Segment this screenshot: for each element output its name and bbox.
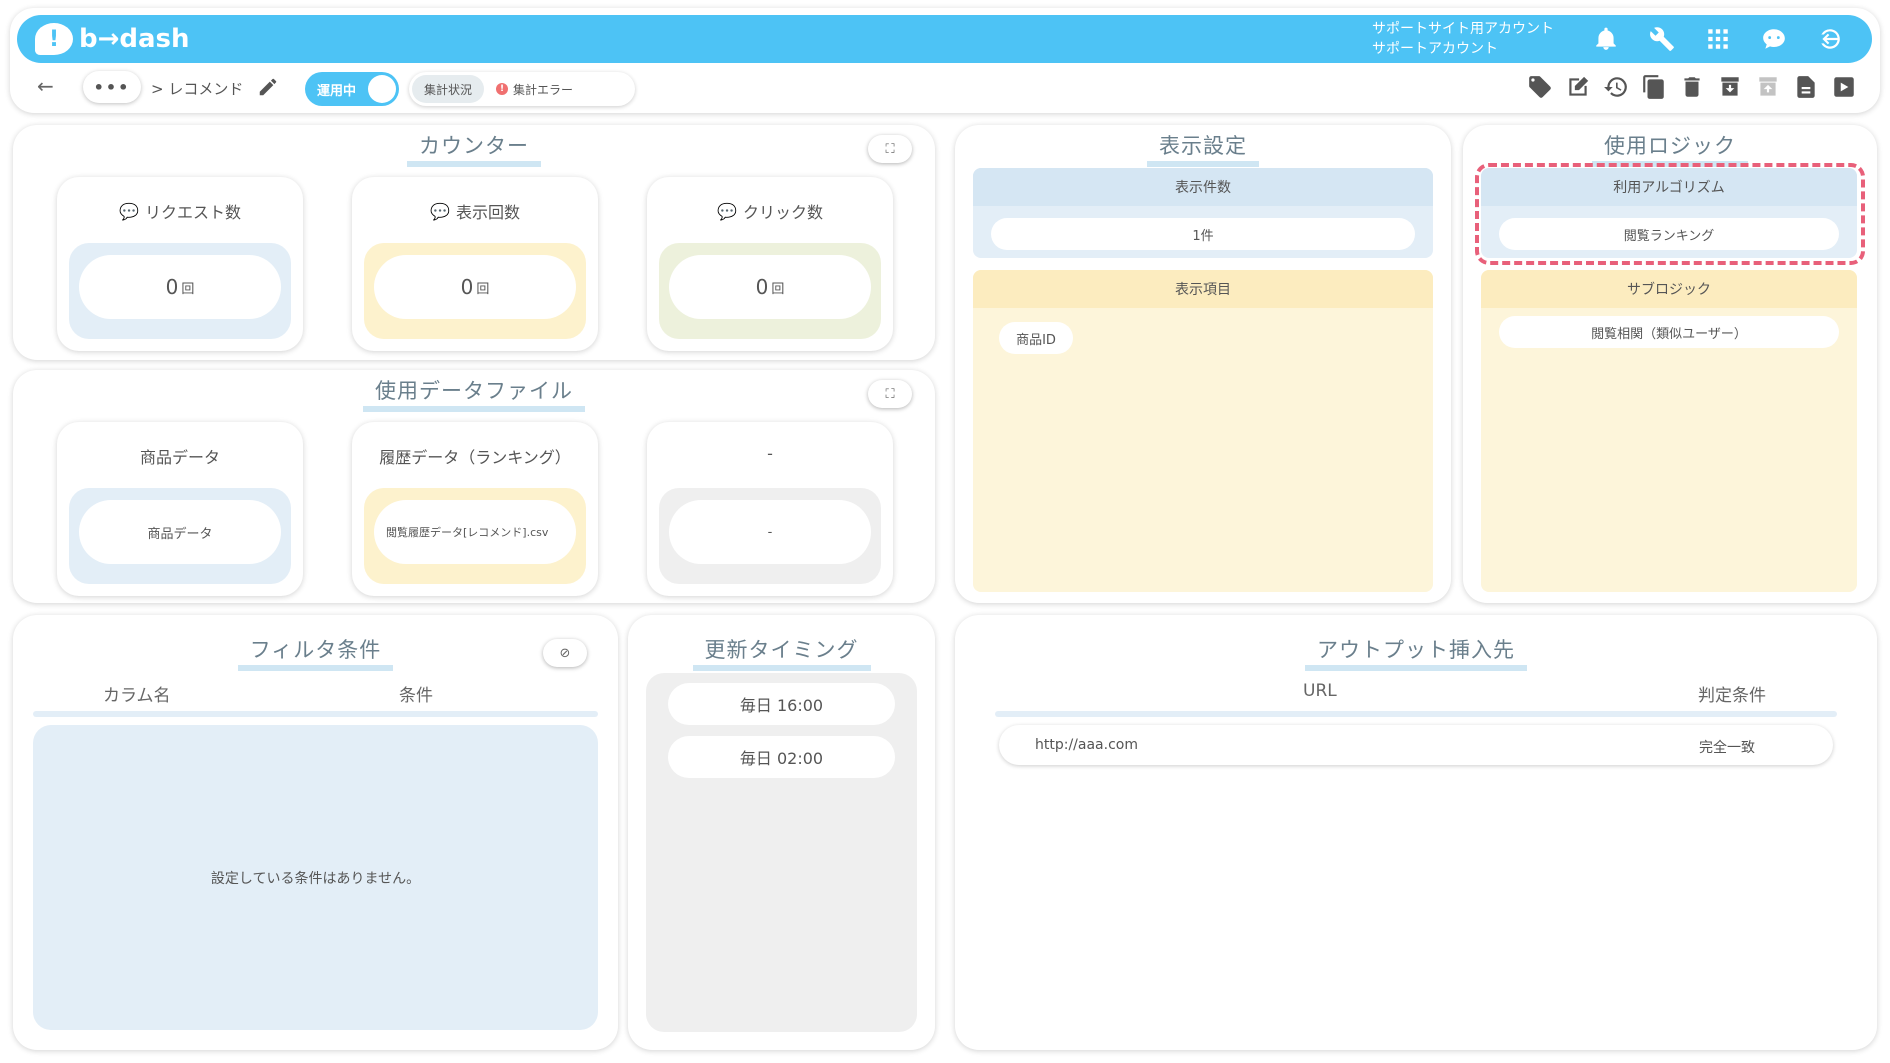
request-count-card: 💬 リクエスト数 0回 [57, 177, 303, 351]
impression-count-card: 💬 表示回数 0回 [352, 177, 598, 351]
display-title: 表示設定 [955, 133, 1451, 167]
error-status-tab[interactable]: ! 集計エラー [484, 75, 585, 103]
display-count-label: 表示件数 [973, 168, 1433, 206]
account-line1: サポートサイト用アカウント [1372, 21, 1554, 37]
card-label: 表示回数 [455, 203, 520, 222]
logout-icon[interactable] [1815, 24, 1845, 54]
card-label: リクエスト数 [144, 203, 241, 222]
toolbar: ← ••• > レコメンド 運用中 集計状況 ! 集計エラー [17, 70, 1872, 108]
counter-value: 0 [460, 275, 474, 299]
breadcrumb-more-button[interactable]: ••• [83, 71, 141, 103]
app-header: ! b→dash サポートサイト用アカウント サポートアカウント [17, 15, 1872, 63]
output-title: アウトプット挿入先 [955, 637, 1877, 671]
output-row[interactable]: http://aaa.com 完全一致 [999, 725, 1833, 765]
display-item-chip[interactable]: 商品ID [999, 322, 1073, 354]
datafile-panel: 使用データファイル ⛶ 商品データ 商品データ 履歴データ（ランキング） 閲覧履… [13, 370, 935, 603]
card-label: クリック数 [742, 203, 823, 222]
url-header: URL [1303, 681, 1337, 701]
match-condition-header: 判定条件 [1698, 686, 1766, 706]
account-line2: サポートアカウント [1372, 41, 1498, 57]
counter-value: 0 [755, 275, 769, 299]
display-items-label: 表示項目 [973, 270, 1433, 308]
counter-value: 0 [165, 275, 179, 299]
counter-title: カウンター [13, 133, 935, 167]
error-alert-icon: ! [496, 83, 509, 95]
aggregation-status: 集計状況 ! 集計エラー [409, 72, 635, 106]
card-label: 商品データ [139, 448, 220, 467]
file-name: - [669, 500, 871, 564]
display-count-section: 表示件数 1件 [973, 168, 1433, 258]
chat-icon: 💬 [119, 201, 139, 221]
expand-icon[interactable]: ⛶ [868, 135, 912, 163]
click-count-card: 💬 クリック数 0回 [647, 177, 893, 351]
output-condition: 完全一致 [1699, 740, 1755, 756]
logo-mark: ! [35, 23, 73, 55]
product-data-card[interactable]: 商品データ 商品データ [57, 422, 303, 596]
logo-text: b→dash [79, 24, 190, 54]
error-status-label: 集計エラー [513, 82, 574, 97]
header-divider [995, 711, 1837, 717]
edit-name-pencil-icon[interactable] [257, 76, 279, 98]
running-toggle[interactable]: 運用中 [305, 72, 399, 106]
bell-icon[interactable] [1591, 24, 1621, 54]
card-label: - [767, 444, 773, 463]
toggle-knob [368, 75, 396, 103]
trash-icon[interactable] [1679, 74, 1707, 102]
column-name-header: カラム名 [103, 686, 171, 706]
timing-title: 更新タイミング [628, 637, 935, 671]
logic-panel: 使用ロジック 利用アルゴリズム 閲覧ランキング サブロジック 閲覧相関（類似ユー… [1463, 125, 1877, 603]
support-chat-icon[interactable] [1759, 24, 1789, 54]
counter-unit: 回 [476, 281, 490, 297]
tag-icon[interactable] [1527, 74, 1555, 102]
file-name: 閲覧履歴データ[レコメンド].csv [374, 500, 576, 564]
play-icon[interactable] [1831, 74, 1859, 102]
chat-icon: 💬 [430, 201, 450, 221]
back-arrow-icon[interactable]: ← [37, 74, 54, 98]
chat-icon: 💬 [717, 201, 737, 221]
history-icon[interactable] [1603, 74, 1631, 102]
header-divider [33, 711, 598, 717]
grid-icon[interactable] [1703, 24, 1733, 54]
copy-icon[interactable] [1641, 74, 1669, 102]
output-url: http://aaa.com [1035, 737, 1138, 753]
display-items-section: 表示項目 商品ID [973, 270, 1433, 592]
expand-icon[interactable]: ⛶ [868, 380, 912, 408]
filter-title: フィルタ条件 [13, 637, 618, 671]
timing-item[interactable]: 毎日 02:00 [668, 736, 895, 778]
unarchive-icon[interactable] [1755, 74, 1783, 102]
sublogic-value[interactable]: 閲覧相関（類似ユーザー） [1499, 316, 1839, 348]
timing-panel: 更新タイミング 毎日 16:00 毎日 02:00 [628, 615, 935, 1050]
output-panel: アウトプット挿入先 URL 判定条件 http://aaa.com 完全一致 [955, 615, 1877, 1050]
sublogic-section: サブロジック 閲覧相関（類似ユーザー） [1481, 270, 1857, 592]
document-icon[interactable] [1793, 74, 1821, 102]
card-label: 履歴データ（ランキング） [379, 448, 571, 467]
filter-off-icon[interactable]: ⊘ [543, 639, 587, 667]
breadcrumb-current: > レコメンド [151, 80, 244, 98]
archive-icon[interactable] [1717, 74, 1745, 102]
wrench-icon[interactable] [1647, 24, 1677, 54]
timing-item[interactable]: 毎日 16:00 [668, 683, 895, 725]
highlight-box [1475, 163, 1865, 265]
condition-header: 条件 [399, 686, 433, 706]
counter-panel: カウンター ⛶ 💬 リクエスト数 0回 💬 表示回数 0回 💬 クリック数 0回 [13, 125, 935, 360]
logic-title: 使用ロジック [1463, 133, 1877, 167]
display-count-value[interactable]: 1件 [991, 218, 1415, 250]
filter-empty-message: 設定している条件はありません。 [33, 725, 598, 1030]
filter-panel: フィルタ条件 ⊘ カラム名 条件 設定している条件はありません。 [13, 615, 618, 1050]
datafile-title: 使用データファイル [13, 378, 935, 412]
history-data-card[interactable]: 履歴データ（ランキング） 閲覧履歴データ[レコメンド].csv [352, 422, 598, 596]
logo[interactable]: ! b→dash [35, 23, 190, 55]
running-toggle-label: 運用中 [317, 83, 357, 99]
summary-status-tab[interactable]: 集計状況 [412, 75, 485, 103]
sublogic-label: サブロジック [1481, 270, 1857, 308]
timing-list: 毎日 16:00 毎日 02:00 [646, 673, 917, 1032]
file-name: 商品データ [79, 500, 281, 564]
counter-unit: 回 [771, 281, 785, 297]
account-info[interactable]: サポートサイト用アカウント サポートアカウント [1372, 19, 1554, 59]
display-settings-panel: 表示設定 表示件数 1件 表示項目 商品ID [955, 125, 1451, 603]
edit-note-icon[interactable] [1565, 74, 1593, 102]
empty-data-card[interactable]: - - [647, 422, 893, 596]
counter-unit: 回 [181, 281, 195, 297]
